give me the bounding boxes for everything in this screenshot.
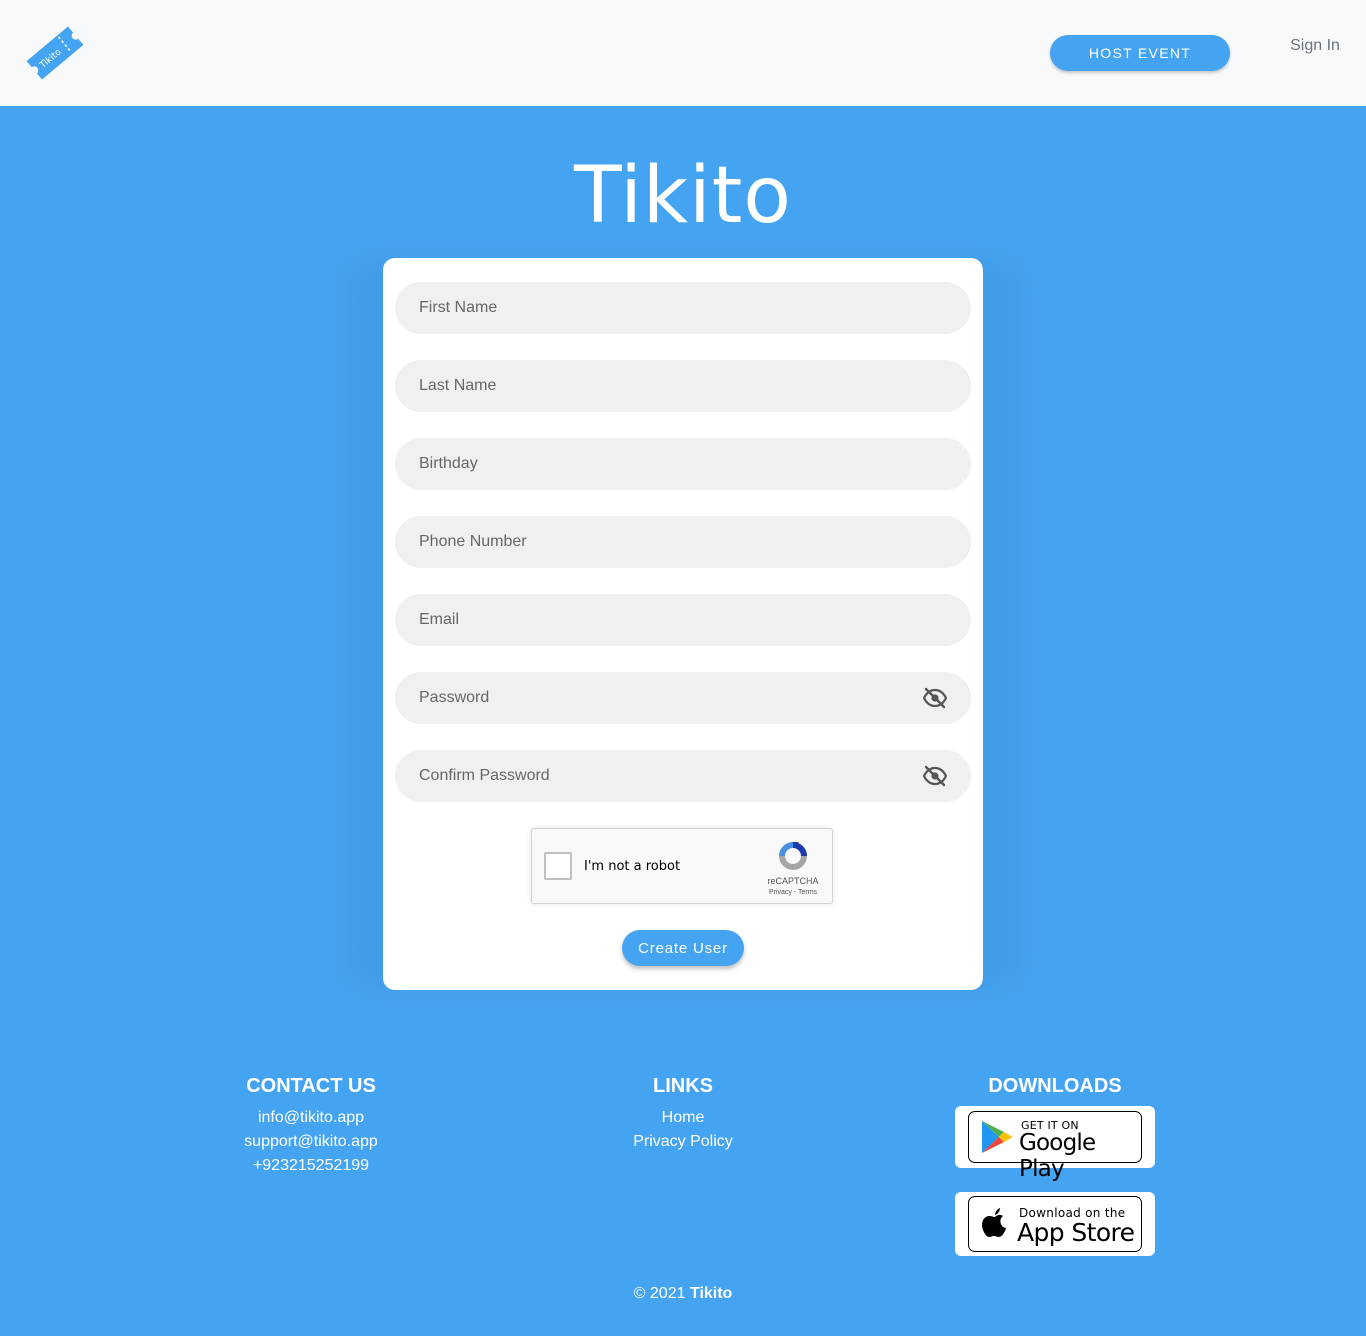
copyright-brand: Tikito xyxy=(689,1285,733,1302)
google-play-icon xyxy=(981,1120,1013,1154)
recaptcha-label: I'm not a robot xyxy=(584,859,681,874)
google-play-badge[interactable]: GET IT ON Google Play xyxy=(955,1106,1155,1182)
contact-email-info: info@tikito.app xyxy=(257,1109,365,1126)
google-play-badge-inner: GET IT ON Google Play xyxy=(968,1111,1142,1182)
confirm-password-field xyxy=(395,750,971,802)
sign-in-link[interactable]: Sign In xyxy=(1276,37,1354,55)
first-name-input[interactable] xyxy=(395,282,971,334)
app-store-badge-inner: Download on the App Store xyxy=(968,1196,1142,1252)
app-store-badge[interactable]: Download on the App Store xyxy=(955,1192,1155,1256)
recaptcha-logo-icon xyxy=(776,839,810,873)
email-input[interactable] xyxy=(395,594,971,646)
recaptcha-links[interactable]: Privacy - Terms xyxy=(758,889,828,896)
google-play-big-text: Google Play xyxy=(1019,1130,1096,1182)
contact-email-support: support@tikito.app xyxy=(244,1133,378,1150)
contact-heading: CONTACT US xyxy=(246,1075,376,1097)
footer-links-column: LINKS Home Privacy Policy xyxy=(533,1074,833,1154)
recaptcha-widget: I'm not a robot reCAPTCHA Privacy - Term… xyxy=(531,828,833,904)
phone-number-field xyxy=(395,516,971,568)
email-field xyxy=(395,594,971,646)
password-input[interactable] xyxy=(395,672,971,724)
top-navbar: Tikito HOST EVENT Sign In xyxy=(0,0,1366,106)
recaptcha-brand: reCAPTCHA xyxy=(767,876,819,886)
eye-off-icon[interactable] xyxy=(922,765,948,787)
footer-downloads-column: DOWNLOADS xyxy=(905,1074,1205,1106)
recaptcha-checkbox[interactable] xyxy=(544,852,572,880)
links-heading: LINKS xyxy=(653,1075,713,1097)
phone-number-input[interactable] xyxy=(395,516,971,568)
copyright: © 2021 Tikito xyxy=(0,1285,1366,1303)
signup-form-card: I'm not a robot reCAPTCHA Privacy - Term… xyxy=(383,258,983,990)
footer-link-privacy-policy[interactable]: Privacy Policy xyxy=(533,1130,833,1154)
first-name-field xyxy=(395,282,971,334)
downloads-heading: DOWNLOADS xyxy=(988,1075,1122,1097)
contact-phone: +923215252199 xyxy=(252,1157,370,1174)
tikito-logo[interactable]: Tikito xyxy=(24,22,86,84)
host-event-button[interactable]: HOST EVENT xyxy=(1050,35,1230,71)
birthday-field xyxy=(395,438,971,490)
eye-off-icon[interactable] xyxy=(922,687,948,709)
copyright-prefix: © 2021 xyxy=(633,1285,686,1302)
birthday-input[interactable] xyxy=(395,438,971,490)
footer-link-home[interactable]: Home xyxy=(533,1106,833,1130)
password-field xyxy=(395,672,971,724)
last-name-field xyxy=(395,360,971,412)
apple-icon xyxy=(981,1208,1009,1241)
footer-contact-column: CONTACT US info@tikito.app support@tikit… xyxy=(161,1074,461,1178)
create-user-button[interactable]: Create User xyxy=(622,930,744,966)
last-name-input[interactable] xyxy=(395,360,971,412)
app-store-big-text: App Store xyxy=(1017,1218,1135,1247)
page-title: Tikito xyxy=(573,151,793,241)
confirm-password-input[interactable] xyxy=(395,750,971,802)
